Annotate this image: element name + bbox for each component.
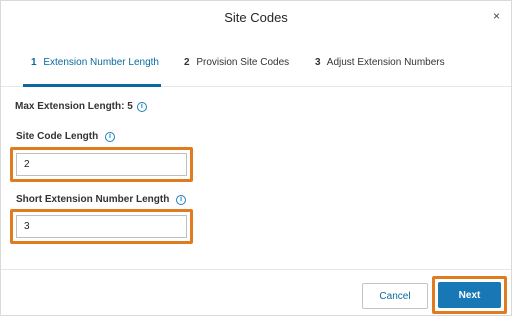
tab-number: 1 bbox=[31, 57, 37, 68]
cancel-button[interactable]: Cancel bbox=[362, 283, 428, 309]
tab-label: Adjust Extension Numbers bbox=[326, 57, 445, 68]
tab-number: 2 bbox=[184, 57, 190, 68]
site-code-length-input[interactable] bbox=[16, 153, 187, 176]
tab-adjust-extension-numbers[interactable]: 3 Adjust Extension Numbers bbox=[315, 57, 445, 87]
dialog-header: Site Codes × bbox=[1, 1, 511, 35]
max-extension-value: 5 bbox=[127, 101, 133, 112]
site-code-field-highlight bbox=[10, 147, 193, 182]
short-extension-label-text: Short Extension Number Length bbox=[16, 194, 170, 205]
next-button[interactable]: Next bbox=[438, 282, 501, 308]
info-icon[interactable]: i bbox=[136, 102, 147, 112]
site-codes-dialog: Site Codes × 1 Extension Number Length 2… bbox=[0, 0, 512, 316]
tab-label: Extension Number Length bbox=[43, 57, 159, 68]
info-icon[interactable]: i bbox=[176, 195, 187, 205]
wizard-steps: 1 Extension Number Length 2 Provision Si… bbox=[1, 45, 511, 87]
site-code-length-label: Site Code Length i bbox=[16, 131, 116, 142]
short-extension-length-input[interactable] bbox=[16, 215, 187, 238]
tab-number: 3 bbox=[315, 57, 321, 68]
tab-extension-number-length[interactable]: 1 Extension Number Length bbox=[23, 57, 161, 87]
max-extension-length: Max Extension Length: 5i bbox=[15, 101, 147, 112]
short-extension-field-highlight bbox=[10, 209, 193, 244]
max-extension-label: Max Extension Length: bbox=[15, 101, 125, 112]
tab-provision-site-codes[interactable]: 2 Provision Site Codes bbox=[184, 57, 289, 87]
dialog-title: Site Codes bbox=[224, 10, 288, 25]
site-code-label-text: Site Code Length bbox=[16, 131, 99, 142]
next-button-highlight: Next bbox=[432, 276, 507, 314]
tab-label: Provision Site Codes bbox=[196, 57, 290, 68]
short-extension-length-label: Short Extension Number Length i bbox=[16, 194, 187, 205]
dialog-footer: Cancel Next bbox=[1, 269, 511, 315]
info-icon[interactable]: i bbox=[105, 132, 116, 142]
close-icon[interactable]: × bbox=[493, 9, 500, 23]
